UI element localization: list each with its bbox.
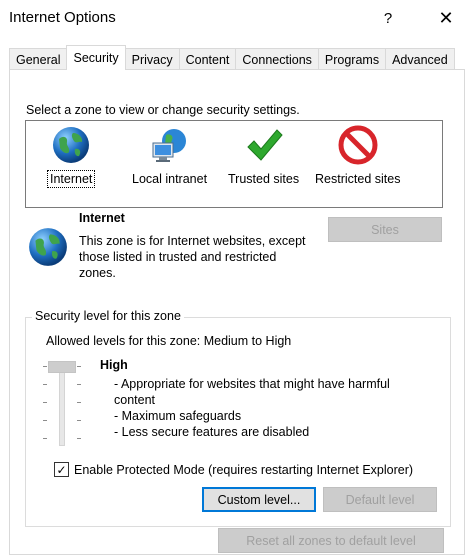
slider-tick	[77, 438, 81, 439]
sites-button[interactable]: Sites	[328, 217, 442, 242]
globe-icon	[29, 228, 67, 266]
level-bullet: - Appropriate for websites that might ha…	[114, 377, 390, 407]
tab-strip: General Security Privacy Content Connect…	[9, 45, 455, 70]
slider-tick	[77, 366, 81, 367]
intranet-icon	[152, 129, 186, 162]
security-level-group-title: Security level for this zone	[32, 309, 184, 323]
globe-icon	[53, 127, 90, 163]
zone-prompt: Select a zone to view or change security…	[26, 103, 300, 117]
protected-mode-checkbox[interactable]: ✓	[54, 462, 69, 477]
zone-internet[interactable]: Internet	[46, 121, 96, 188]
tab-general[interactable]: General	[9, 48, 68, 70]
zone-info-description: This zone is for Internet websites, exce…	[79, 234, 306, 280]
tab-content[interactable]: Content	[178, 48, 237, 70]
zone-local-intranet[interactable]: Local intranet	[130, 121, 209, 187]
tab-programs[interactable]: Programs	[317, 48, 387, 70]
zone-trusted-sites-label: Trusted sites	[228, 172, 300, 186]
level-bullet: - Less secure features are disabled	[114, 425, 310, 439]
custom-level-button[interactable]: Custom level...	[202, 487, 316, 512]
security-level-slider-track[interactable]	[59, 362, 65, 446]
slider-tick	[43, 420, 47, 421]
title-bar: Internet Options ? ✕	[0, 0, 473, 36]
reset-all-zones-button[interactable]: Reset all zones to default level	[218, 528, 444, 553]
tab-privacy[interactable]: Privacy	[124, 48, 180, 70]
level-bullet: - Maximum safeguards	[114, 409, 242, 423]
slider-tick	[43, 384, 47, 385]
zone-internet-label: Internet	[46, 170, 96, 188]
window-title: Internet Options	[9, 9, 116, 26]
security-level-name: High	[100, 358, 128, 372]
slider-tick	[43, 402, 47, 403]
zone-trusted-sites[interactable]: Trusted sites	[226, 121, 301, 187]
tab-security[interactable]: Security	[66, 45, 126, 70]
allowed-levels-text: Allowed levels for this zone: Medium to …	[46, 334, 292, 348]
tab-advanced[interactable]: Advanced	[385, 48, 455, 70]
zone-restricted-sites[interactable]: Restricted sites	[313, 121, 402, 187]
restricted-icon	[338, 125, 378, 165]
zone-list: Internet Local intranet Trusted sites Re…	[25, 120, 443, 208]
zone-local-intranet-label: Local intranet	[132, 172, 208, 186]
slider-tick	[77, 402, 81, 403]
security-level-slider-thumb[interactable]	[48, 361, 76, 373]
zone-restricted-sites-label: Restricted sites	[315, 172, 401, 186]
slider-tick	[43, 366, 47, 367]
close-button[interactable]: ✕	[428, 0, 464, 36]
help-button[interactable]: ?	[372, 0, 404, 36]
slider-tick	[43, 438, 47, 439]
checkmark-icon	[246, 129, 283, 161]
zone-info-title: Internet	[79, 211, 125, 225]
tab-connections[interactable]: Connections	[235, 48, 319, 70]
default-level-button[interactable]: Default level	[323, 487, 437, 512]
slider-tick	[77, 420, 81, 421]
slider-tick	[77, 384, 81, 385]
security-level-description: - Appropriate for websites that might ha…	[114, 376, 434, 440]
protected-mode-label[interactable]: Enable Protected Mode (requires restarti…	[74, 463, 413, 477]
